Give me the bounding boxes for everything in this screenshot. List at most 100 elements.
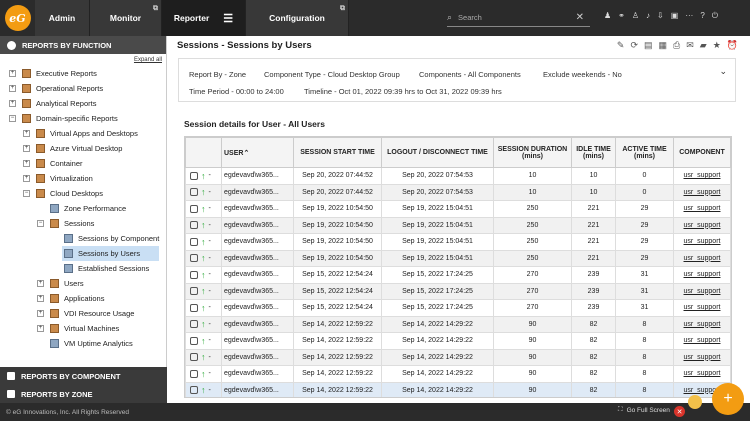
secondary-action-button[interactable] [688, 395, 702, 409]
table-row[interactable]: ↑ - egdevavd\w365... Sep 19, 2022 10:54:50 S… [185, 233, 731, 251]
table-row[interactable]: ↑ - egdevavd\w365... Sep 14, 2022 12:59:22 S… [185, 315, 731, 333]
table-row[interactable]: ↑ - egdevavd\w365... Sep 19, 2022 10:54:50 S… [185, 249, 731, 267]
table-row[interactable]: ↑ - egdevavd\w365... Sep 14, 2022 12:59:22 S… [185, 365, 731, 383]
expand-icon[interactable]: + [23, 130, 30, 137]
details-icon[interactable] [190, 221, 198, 230]
tree-item-established-sessions[interactable]: Established Sessions [64, 261, 149, 276]
download-icon[interactable]: ⇩ [657, 11, 664, 21]
collapse-icon[interactable]: − [9, 115, 16, 122]
tab-configuration[interactable]: Configuration ⧉ [246, 0, 349, 36]
user-lock-icon[interactable]: ♟ [604, 11, 611, 21]
tree-item-cloud-desktops[interactable]: − Cloud Desktops [23, 186, 103, 201]
table-row[interactable]: ↑ - egdevavd\w365... Sep 20, 2022 07:44:52 S… [185, 167, 731, 185]
power-icon[interactable]: ⏻ [712, 11, 718, 21]
eg-logo[interactable]: eG [0, 0, 35, 36]
tree-item-sessions-by-component[interactable]: Sessions by Component [64, 231, 161, 246]
table-row[interactable]: ↑ - egdevavd\w365... Sep 15, 2022 12:54:24 S… [185, 266, 731, 284]
details-icon[interactable] [190, 171, 198, 180]
tab-reporter[interactable]: Reporter ☰ [162, 0, 246, 36]
component-link[interactable]: usr_support [684, 337, 721, 344]
more-icon[interactable]: ··· [685, 11, 693, 21]
logout-time-column-header[interactable]: LOGOUT / DISCONNECT TIME [381, 137, 494, 168]
search-input[interactable]: Search [458, 13, 482, 22]
idle-time-column-header[interactable]: IDLE TIME (mins) [571, 137, 616, 168]
user-icon[interactable]: ♙ [632, 11, 639, 21]
duration-column-header[interactable]: SESSION DURATION (mins) [493, 137, 572, 168]
component-link[interactable]: usr_support [684, 354, 721, 361]
tree-item-container[interactable]: + Container [23, 156, 83, 171]
tab-monitor[interactable]: Monitor ⧉ [90, 0, 162, 36]
table-row[interactable]: ↑ - egdevavd\w365... Sep 15, 2022 12:54:24 S… [185, 299, 731, 317]
external-link-icon[interactable]: ⧉ [340, 5, 345, 13]
reports-by-function-header[interactable]: REPORTS BY FUNCTION [0, 36, 166, 54]
tree-item-domain-specific-reports[interactable]: − Domain-specific Reports [9, 111, 118, 126]
csv-icon[interactable]: ▦ [659, 40, 668, 51]
details-icon[interactable] [190, 188, 198, 197]
link-icon[interactable]: ⚭ [618, 11, 625, 21]
expand-icon[interactable]: + [9, 100, 16, 107]
tree-item-virtualization[interactable]: + Virtualization [23, 171, 93, 186]
tree-item-sessions[interactable]: − Sessions [37, 216, 94, 231]
details-icon[interactable] [190, 204, 198, 213]
zoom-plus-button[interactable]: + [712, 383, 744, 415]
component-link[interactable]: usr_support [684, 288, 721, 295]
chevron-down-icon[interactable]: ⌄ [719, 66, 727, 77]
details-icon[interactable] [190, 320, 198, 329]
details-icon[interactable] [190, 254, 198, 263]
user-column-header[interactable]: USER⌃ [221, 137, 294, 168]
tree-item-applications[interactable]: + Applications [37, 291, 104, 306]
pdf-icon[interactable]: ▤ [644, 40, 653, 51]
table-row[interactable]: ↑ - egdevavd\w365... Sep 15, 2022 12:54:24 S… [185, 282, 731, 300]
details-icon[interactable] [190, 353, 198, 362]
details-icon[interactable] [190, 270, 198, 279]
details-icon[interactable] [190, 369, 198, 378]
mail-icon[interactable]: ✉ [686, 40, 694, 51]
collapse-icon[interactable]: − [37, 220, 44, 227]
tree-item-azure-virtual-desktop[interactable]: + Azure Virtual Desktop [23, 141, 122, 156]
expand-icon[interactable]: + [37, 310, 44, 317]
table-row[interactable]: ↑ - egdevavd\w365... Sep 14, 2022 12:59:22 S… [185, 348, 731, 366]
schedule-clock-icon[interactable]: ⏰ [727, 40, 738, 51]
expand-icon[interactable]: + [9, 85, 16, 92]
expand-icon[interactable]: + [23, 175, 30, 182]
edit-icon[interactable]: ✎ [617, 40, 625, 51]
expand-icon[interactable]: + [23, 145, 30, 152]
component-link[interactable]: usr_support [684, 205, 721, 212]
tree-item-zone-performance[interactable]: Zone Performance [50, 201, 126, 216]
details-icon[interactable] [190, 386, 198, 395]
component-link[interactable]: usr_support [684, 189, 721, 196]
active-time-column-header[interactable]: ACTIVE TIME (mins) [615, 137, 674, 168]
expand-icon[interactable]: + [9, 70, 16, 77]
tree-item-vdi-resource-usage[interactable]: + VDI Resource Usage [37, 306, 134, 321]
help-icon[interactable]: ? [700, 11, 704, 21]
search-box[interactable]: ⌕ Search ✕ [447, 9, 590, 27]
bell-icon[interactable]: ♪ [646, 11, 650, 21]
component-link[interactable]: usr_support [684, 304, 721, 311]
component-link[interactable]: usr_support [684, 255, 721, 262]
tree-item-operational-reports[interactable]: + Operational Reports [9, 81, 103, 96]
close-icon[interactable]: ✕ [674, 406, 685, 417]
table-row[interactable]: ↑ - egdevavd\w365... Sep 20, 2022 07:44:52 S… [185, 183, 731, 201]
table-row[interactable]: ↑ - egdevavd\w365... Sep 14, 2022 12:59:22 S… [185, 332, 731, 350]
component-link[interactable]: usr_support [684, 370, 721, 377]
tree-item-executive-reports[interactable]: + Executive Reports [9, 66, 97, 81]
component-column-header[interactable]: COMPONENT [673, 137, 731, 168]
component-link[interactable]: usr_support [684, 321, 721, 328]
component-link[interactable]: usr_support [684, 271, 721, 278]
external-link-icon[interactable]: ⧉ [153, 5, 158, 13]
expand-icon[interactable]: + [37, 325, 44, 332]
table-row[interactable]: ↑ - egdevavd\w365... Sep 19, 2022 10:54:50 S… [185, 216, 731, 234]
tree-item-virtual-apps[interactable]: + Virtual Apps and Desktops [23, 126, 138, 141]
tree-item-virtual-machines[interactable]: + Virtual Machines [37, 321, 119, 336]
sort-icon[interactable]: ⌃ [243, 150, 249, 157]
component-link[interactable]: usr_support [684, 222, 721, 229]
table-row[interactable]: ↑ - egdevavd\w365... Sep 14, 2022 12:59:22 S… [185, 381, 731, 397]
reports-by-zone-header[interactable]: REPORTS BY ZONE [0, 385, 167, 403]
tree-item-analytical-reports[interactable]: + Analytical Reports [9, 96, 96, 111]
table-row[interactable]: ↑ - egdevavd\w365... Sep 19, 2022 10:54:50 S… [185, 200, 731, 218]
expand-icon[interactable]: + [23, 160, 30, 167]
component-link[interactable]: usr_support [684, 238, 721, 245]
collapse-icon[interactable]: − [23, 190, 30, 197]
hamburger-menu-icon[interactable]: ☰ [223, 12, 233, 25]
bookmark-icon[interactable]: ▰ [700, 40, 707, 51]
